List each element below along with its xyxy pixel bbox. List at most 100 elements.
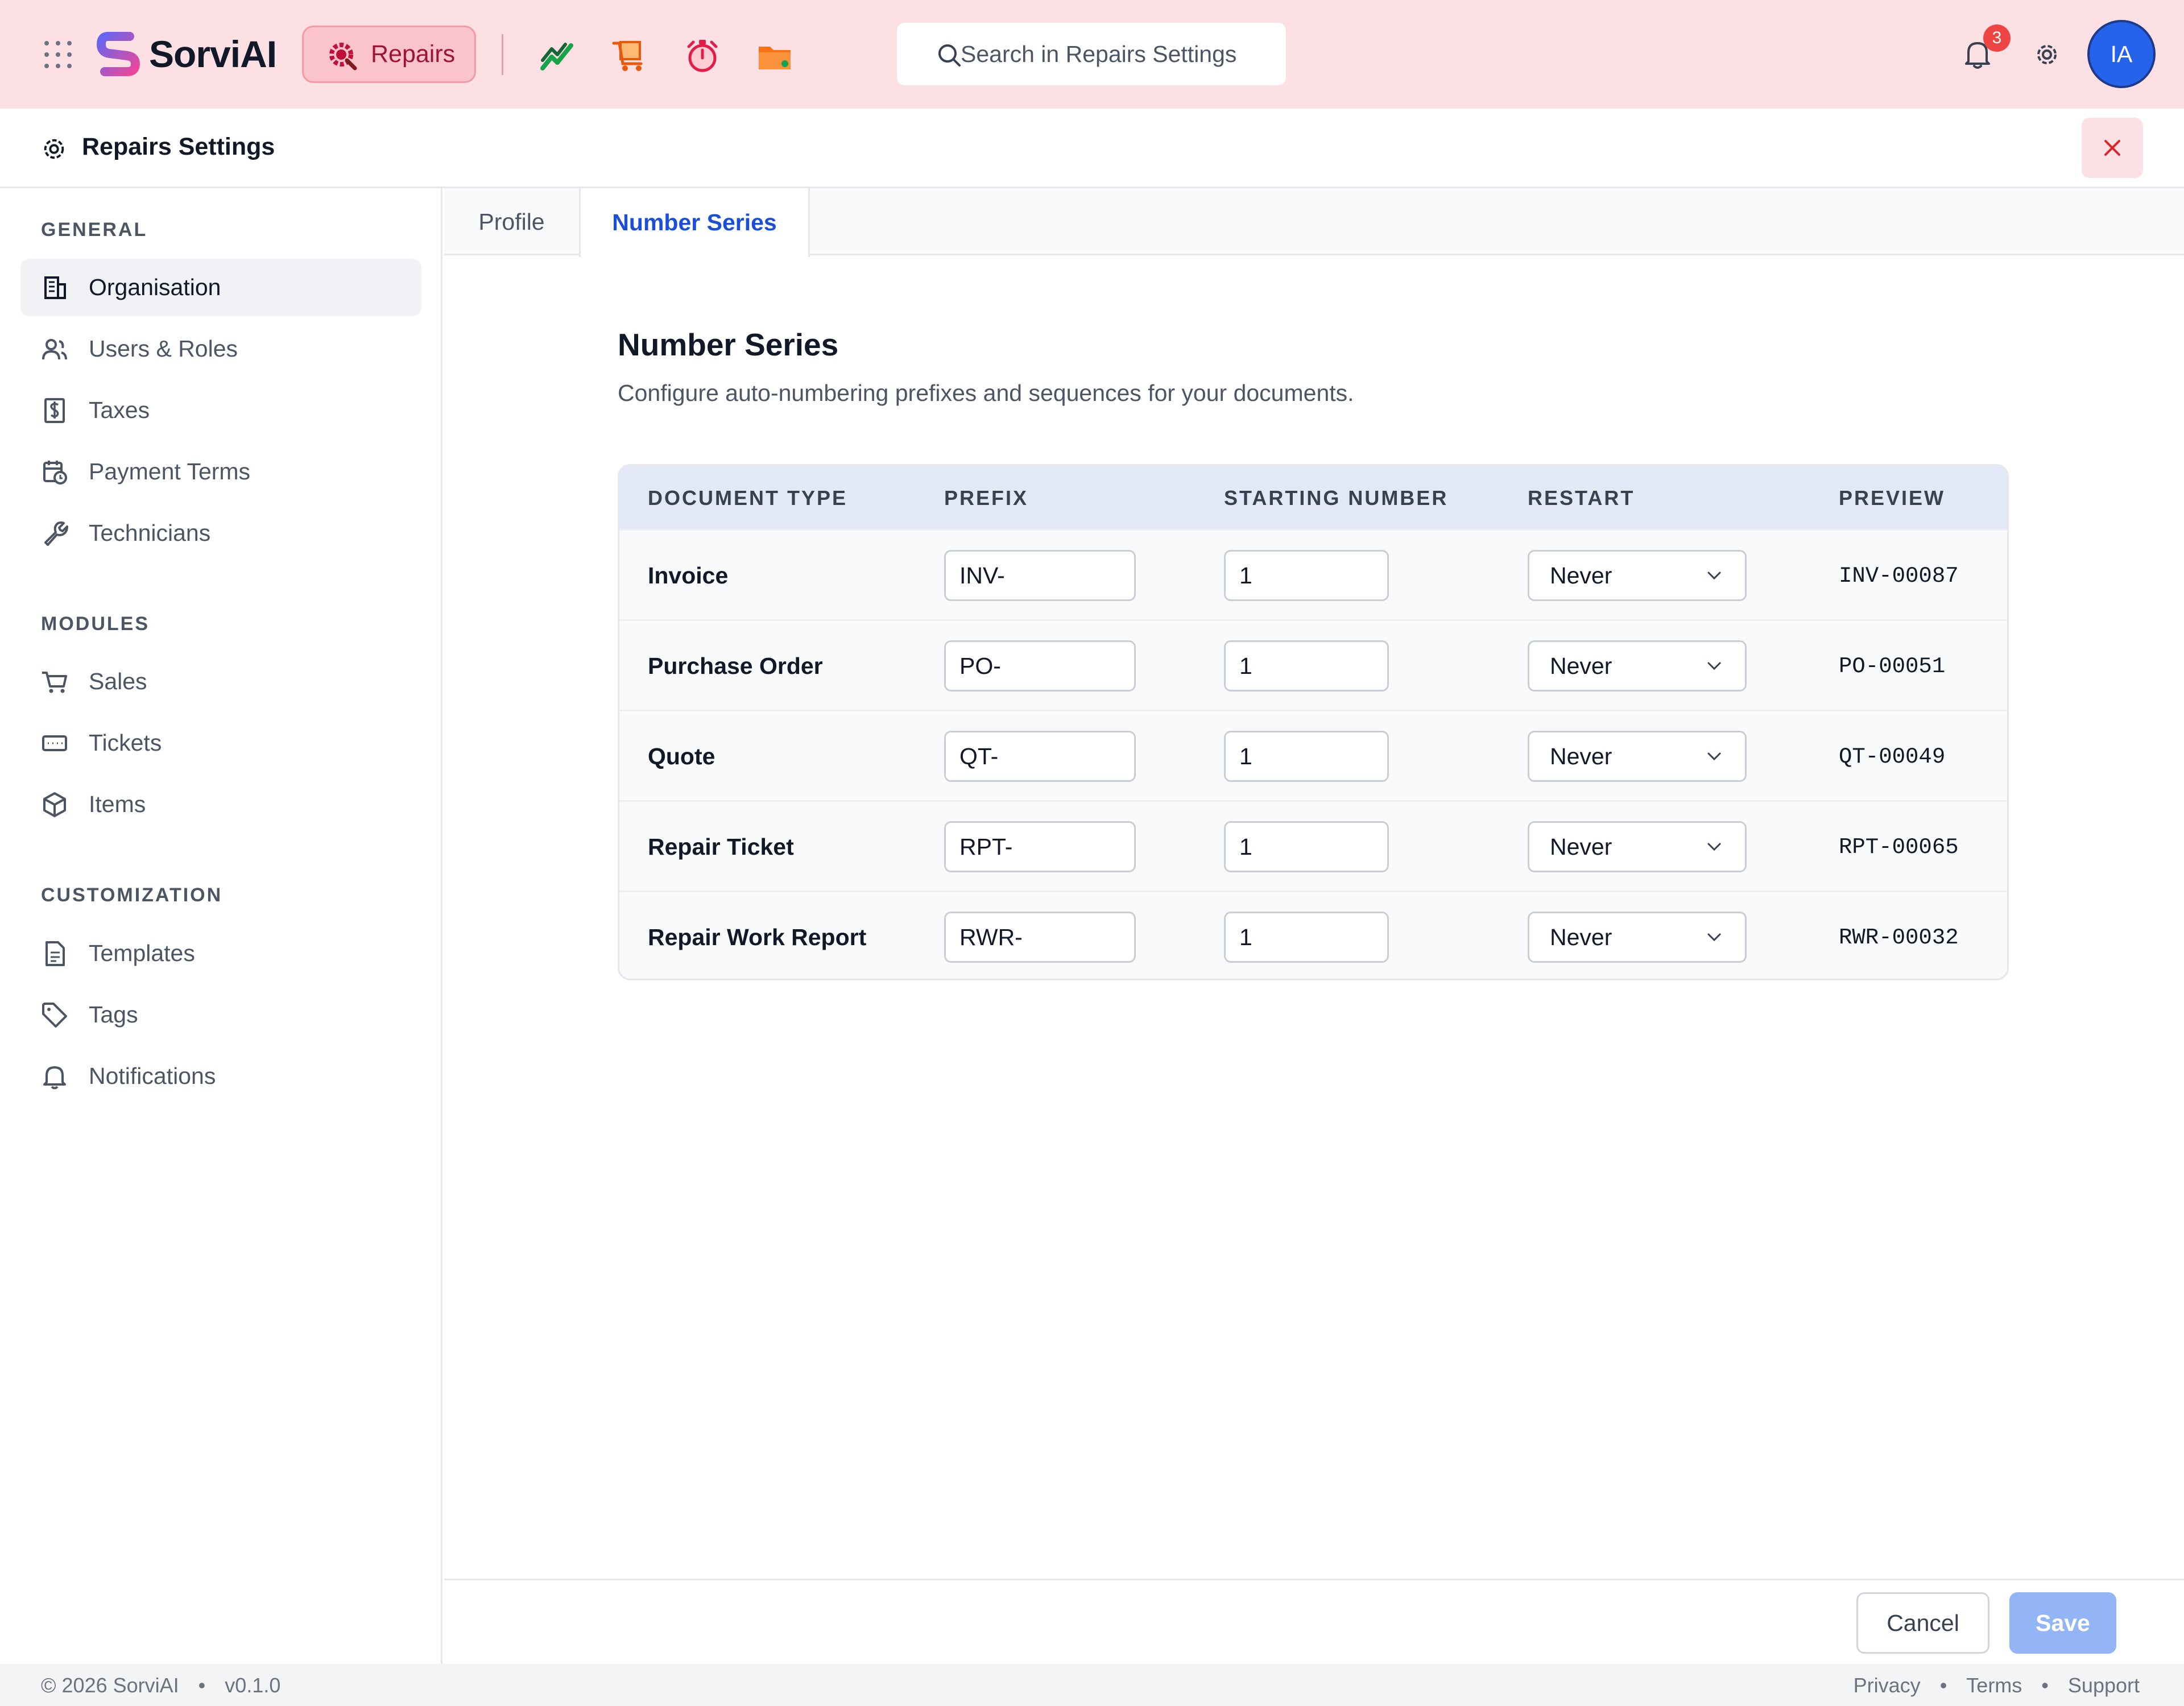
preview-cell: RPT-00065 [1839,835,1959,860]
chevron-down-icon [1707,662,1721,670]
close-icon [2104,140,2120,156]
sidebar-item-label: Users & Roles [89,336,238,362]
restart-select-value: Never [1550,924,1612,950]
sidebar-item-technicians[interactable]: Technicians [20,504,421,562]
prefix-input[interactable]: INV- [944,550,1136,601]
dollar-doc-icon [44,397,65,423]
wrench-icon [44,521,68,546]
action-bar-divider [444,1579,2184,1580]
restart-select[interactable]: Never [1528,731,1747,782]
sidebar-item-label: Taxes [89,397,150,423]
terms-link[interactable]: Terms [1966,1674,2022,1697]
restart-select[interactable]: Never [1528,821,1747,872]
sidebar-item-templates[interactable]: Templates [20,925,421,982]
sidebar-item-label: Templates [89,940,195,966]
ticket-icon [42,735,67,751]
footer-left: © 2026 SorviAI • v0.1.0 [41,1674,280,1697]
close-settings-button[interactable] [2082,118,2143,178]
restart-select[interactable]: Never [1528,912,1747,963]
sidebar-item-tickets[interactable]: Tickets [20,714,421,772]
page-subtitle: Configure auto-numbering prefixes and se… [618,380,1354,406]
restart-select[interactable]: Never [1528,550,1747,601]
restart-select-value: Never [1550,652,1612,679]
building-icon [44,276,66,299]
starting-number-input[interactable]: 1 [1224,550,1389,601]
prefix-input[interactable]: PO- [944,640,1136,691]
top-navbar: SorviAI Repairs Search in Repairs Settin… [0,0,2184,109]
column-header-starting-number: STARTING NUMBER [1224,486,1449,510]
section-title-customization: CUSTOMIZATION [41,884,223,906]
calendar-clock-icon [43,460,67,485]
gear-icon[interactable] [2033,41,2061,68]
prefix-input[interactable]: RWR- [944,912,1136,963]
sidebar-item-notifications[interactable]: Notifications [20,1047,421,1105]
apps-grid-icon[interactable] [44,41,72,68]
brand-name: SorviAI [149,33,277,75]
restart-select[interactable]: Never [1528,640,1747,691]
chevron-down-icon [1707,752,1721,761]
tag-icon [42,1002,67,1028]
sidebar-item-items[interactable]: Items [20,776,421,833]
cancel-button[interactable]: Cancel [1856,1592,1989,1654]
stopwatch-icon[interactable] [684,38,721,74]
starting-number-input[interactable]: 1 [1224,640,1389,691]
module-label: Repairs [371,40,456,68]
settings-search[interactable]: Search in Repairs Settings [897,23,1286,85]
module-switcher-repairs[interactable]: Repairs [302,26,476,83]
cart-box-icon[interactable] [611,38,648,74]
sidebar-item-users-roles[interactable]: Users & Roles [20,320,421,378]
settings-header: Repairs Settings [0,109,2184,188]
document-type-cell: Purchase Order [648,653,823,679]
sidebar-item-taxes[interactable]: Taxes [20,382,421,439]
version-text: v0.1.0 [225,1674,281,1697]
bell-icon [43,1066,66,1089]
footer-status-bar: © 2026 SorviAI • v0.1.0 Privacy • Terms … [0,1664,2184,1706]
user-avatar[interactable]: IA [2087,20,2156,88]
prefix-input[interactable]: QT- [944,731,1136,782]
table-header: DOCUMENT TYPE PREFIX STARTING NUMBER RES… [619,466,2007,529]
separator-dot: • [2041,1674,2049,1697]
box-icon [43,792,66,817]
prefix-input[interactable]: RPT- [944,821,1136,872]
folder-icon[interactable] [756,38,793,74]
sidebar-item-sales[interactable]: Sales [20,653,421,710]
sidebar-item-organisation[interactable]: Organisation [20,259,421,316]
support-link[interactable]: Support [2068,1674,2140,1697]
sidebar-item-label: Organisation [89,274,221,300]
document-type-cell: Repair Ticket [648,834,794,860]
notification-count-badge: 3 [1983,24,2011,52]
section-title-modules: MODULES [41,613,150,635]
chevron-down-icon [1707,843,1721,851]
settings-gear-icon [44,139,64,159]
chevron-down-icon [1707,572,1721,580]
table-row: Quote QT- 1 Never QT-00049 [619,710,2007,800]
separator-dot: • [1939,1674,1947,1697]
sidebar-item-payment-terms[interactable]: Payment Terms [20,443,421,500]
tab-profile[interactable]: Profile [444,188,579,255]
search-icon [938,44,961,67]
privacy-link[interactable]: Privacy [1854,1674,1921,1697]
brand-logo-icon [96,32,140,76]
restart-select-value: Never [1550,562,1612,589]
column-header-restart: RESTART [1528,486,1635,510]
sidebar-item-tags[interactable]: Tags [20,986,421,1044]
repair-gear-icon [329,42,357,70]
starting-number-input[interactable]: 1 [1224,731,1389,782]
settings-tabs: Profile Number Series [444,188,2184,257]
save-button[interactable]: Save [2009,1592,2116,1654]
tab-number-series[interactable]: Number Series [579,188,810,257]
table-row: Invoice INV- 1 Never INV-00087 [619,529,2007,619]
settings-title: Repairs Settings [82,133,275,160]
cart-icon [42,671,67,693]
starting-number-input[interactable]: 1 [1224,821,1389,872]
preview-cell: PO-00051 [1839,654,1946,679]
starting-number-input[interactable]: 1 [1224,912,1389,963]
chart-trend-icon[interactable] [539,38,576,74]
users-icon [42,338,67,359]
divider [502,34,503,75]
copyright-text: © 2026 SorviAI [41,1674,179,1697]
document-type-cell: Quote [648,743,715,769]
brand-logo[interactable]: SorviAI [94,30,277,78]
column-header-document-type: DOCUMENT TYPE [648,486,848,510]
number-series-table: DOCUMENT TYPE PREFIX STARTING NUMBER RES… [618,464,2009,980]
